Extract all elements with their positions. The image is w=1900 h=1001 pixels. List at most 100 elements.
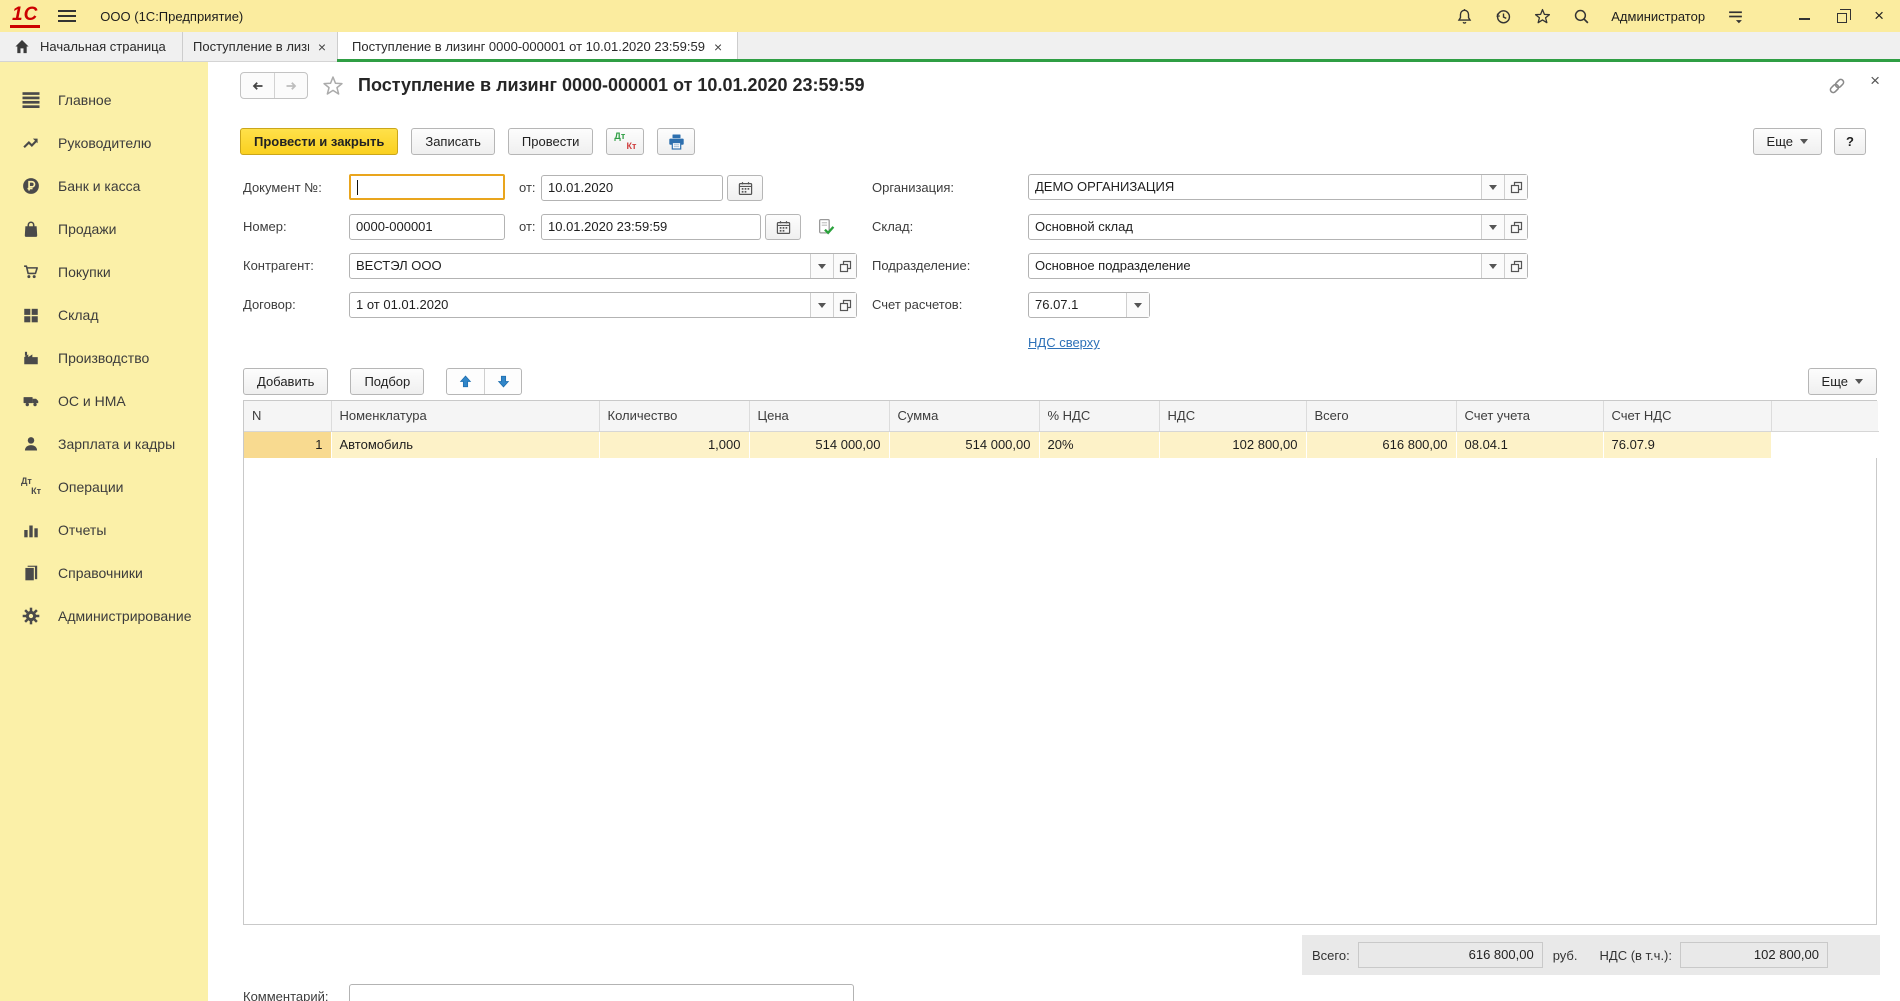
- counterparty-input[interactable]: ВЕСТЭЛ ООО: [349, 253, 857, 279]
- sidebar-item-label: Склад: [58, 307, 99, 323]
- table-row[interactable]: 1 Автомобиль 1,000 514 000,00 514 000,00…: [244, 431, 1878, 458]
- sidebar-item-administrirovanie[interactable]: Администрирование: [0, 594, 208, 637]
- sidebar-item-bank-kassa[interactable]: Банк и касса: [0, 164, 208, 207]
- date1-value: 10.01.2020: [542, 176, 722, 200]
- post-and-close-button[interactable]: Провести и закрыть: [240, 128, 398, 155]
- tab-lease-document[interactable]: Поступление в лизинг 0000-000001 от 10.0…: [337, 32, 738, 61]
- chevron-down-icon: [1489, 225, 1497, 230]
- sidebar-item-prodazhi[interactable]: Продажи: [0, 207, 208, 250]
- favorites-star-icon[interactable]: [1533, 7, 1551, 25]
- sidebar-item-label: Покупки: [58, 264, 111, 280]
- dropdown-button[interactable]: [1481, 175, 1504, 199]
- number-input[interactable]: 0000-000001: [349, 214, 505, 240]
- cart-icon: [21, 263, 41, 281]
- grid-cell[interactable]: 1: [244, 431, 331, 458]
- dropdown-button[interactable]: [1126, 293, 1149, 317]
- chevron-down-icon: [1489, 185, 1497, 190]
- more-button[interactable]: Еще: [1753, 128, 1822, 155]
- column-header: Цена: [749, 401, 889, 431]
- vat-mode-link[interactable]: НДС сверху: [1028, 335, 1100, 350]
- doc-no-input[interactable]: [349, 174, 505, 200]
- sidebar-item-zarplata-kadry[interactable]: Зарплата и кадры: [0, 422, 208, 465]
- organization-input[interactable]: ДЕМО ОРГАНИЗАЦИЯ: [1028, 174, 1528, 200]
- back-button[interactable]: [241, 73, 274, 98]
- dropdown-button[interactable]: [810, 254, 833, 278]
- favorite-star-icon[interactable]: [322, 75, 344, 97]
- sidebar-item-os-nma[interactable]: ОС и НМА: [0, 379, 208, 422]
- notifications-bell-icon[interactable]: [1455, 7, 1473, 25]
- grid-cell[interactable]: 616 800,00: [1306, 431, 1456, 458]
- calendar-button[interactable]: [727, 175, 763, 201]
- open-button[interactable]: [833, 293, 856, 317]
- grid-cell[interactable]: 102 800,00: [1159, 431, 1306, 458]
- open-button[interactable]: [1504, 175, 1527, 199]
- close-icon[interactable]: ×: [713, 40, 723, 54]
- department-input[interactable]: Основное подразделение: [1028, 253, 1528, 279]
- more-label: Еще: [1767, 134, 1793, 149]
- set-current-date-icon[interactable]: [812, 214, 840, 240]
- grid-cell[interactable]: Автомобиль: [331, 431, 599, 458]
- settlement-account-value: 76.07.1: [1029, 293, 1126, 317]
- grid-cell[interactable]: 1,000: [599, 431, 749, 458]
- sidebar-item-glavnoe[interactable]: Главное: [0, 78, 208, 121]
- tab-lease-list[interactable]: Поступление в лизинг ×: [182, 32, 337, 61]
- settlement-account-input[interactable]: 76.07.1: [1028, 292, 1150, 318]
- sidebar-item-label: Операции: [58, 479, 124, 495]
- move-up-button[interactable]: [447, 369, 484, 394]
- comment-input[interactable]: [349, 984, 854, 1001]
- dropdown-button[interactable]: [1481, 254, 1504, 278]
- form-close-icon[interactable]: ×: [1870, 73, 1880, 89]
- sidebar-item-rukovoditelyu[interactable]: Руководителю: [0, 121, 208, 164]
- minimize-button[interactable]: [1799, 12, 1810, 20]
- tabbar: Начальная страница Поступление в лизинг …: [0, 32, 1900, 62]
- grid-cell[interactable]: [1771, 431, 1878, 458]
- warehouse-input[interactable]: Основной склад: [1028, 214, 1528, 240]
- dtkt-postings-button[interactable]: ДтКт: [606, 128, 644, 155]
- history-icon[interactable]: [1494, 7, 1512, 25]
- move-down-button[interactable]: [484, 369, 521, 394]
- tab-home[interactable]: Начальная страница: [0, 32, 182, 61]
- search-icon[interactable]: [1572, 7, 1590, 25]
- forward-button[interactable]: [274, 73, 307, 98]
- grid-cell[interactable]: 514 000,00: [889, 431, 1039, 458]
- current-user[interactable]: Администратор: [1611, 9, 1705, 24]
- open-button[interactable]: [1504, 254, 1527, 278]
- date1-input[interactable]: 10.01.2020: [541, 175, 723, 201]
- grid-cell[interactable]: 20%: [1039, 431, 1159, 458]
- column-header: [1771, 401, 1878, 431]
- add-row-button[interactable]: Добавить: [243, 368, 328, 395]
- calendar-button[interactable]: [765, 214, 801, 240]
- dropdown-button[interactable]: [810, 293, 833, 317]
- date1-label: от:: [519, 175, 536, 201]
- restore-button[interactable]: [1837, 10, 1847, 23]
- contract-input[interactable]: 1 от 01.01.2020: [349, 292, 857, 318]
- close-icon[interactable]: ×: [317, 40, 327, 54]
- print-button[interactable]: [657, 128, 695, 155]
- sidebar-item-spravochniki[interactable]: Справочники: [0, 551, 208, 594]
- 1c-logo[interactable]: 1С: [10, 5, 40, 28]
- pick-button[interactable]: Подбор: [350, 368, 424, 395]
- dropdown-button[interactable]: [1481, 215, 1504, 239]
- grid-cell[interactable]: 08.04.1: [1456, 431, 1603, 458]
- grid-more-button[interactable]: Еще: [1808, 368, 1877, 395]
- window-close-button[interactable]: ×: [1874, 8, 1884, 24]
- grid-cell[interactable]: 76.07.9: [1603, 431, 1771, 458]
- column-header: НДС: [1159, 401, 1306, 431]
- get-link-icon[interactable]: [1828, 77, 1846, 95]
- post-button[interactable]: Провести: [508, 128, 594, 155]
- help-button[interactable]: ?: [1834, 128, 1866, 155]
- grid-cell[interactable]: 514 000,00: [749, 431, 889, 458]
- sidebar-item-otchety[interactable]: Отчеты: [0, 508, 208, 551]
- sidebar-item-sklad[interactable]: Склад: [0, 293, 208, 336]
- currency-label: руб.: [1553, 948, 1578, 963]
- sidebar-item-operacii[interactable]: ДтКт Операции: [0, 465, 208, 508]
- open-button[interactable]: [1504, 215, 1527, 239]
- date2-input[interactable]: 10.01.2020 23:59:59: [541, 214, 761, 240]
- service-menu-icon[interactable]: [1726, 7, 1744, 25]
- sidebar-item-proizvodstvo[interactable]: Производство: [0, 336, 208, 379]
- main-menu-icon[interactable]: [58, 10, 76, 22]
- sidebar-item-label: Главное: [58, 92, 112, 108]
- open-button[interactable]: [833, 254, 856, 278]
- save-button[interactable]: Записать: [411, 128, 495, 155]
- sidebar-item-pokupki[interactable]: Покупки: [0, 250, 208, 293]
